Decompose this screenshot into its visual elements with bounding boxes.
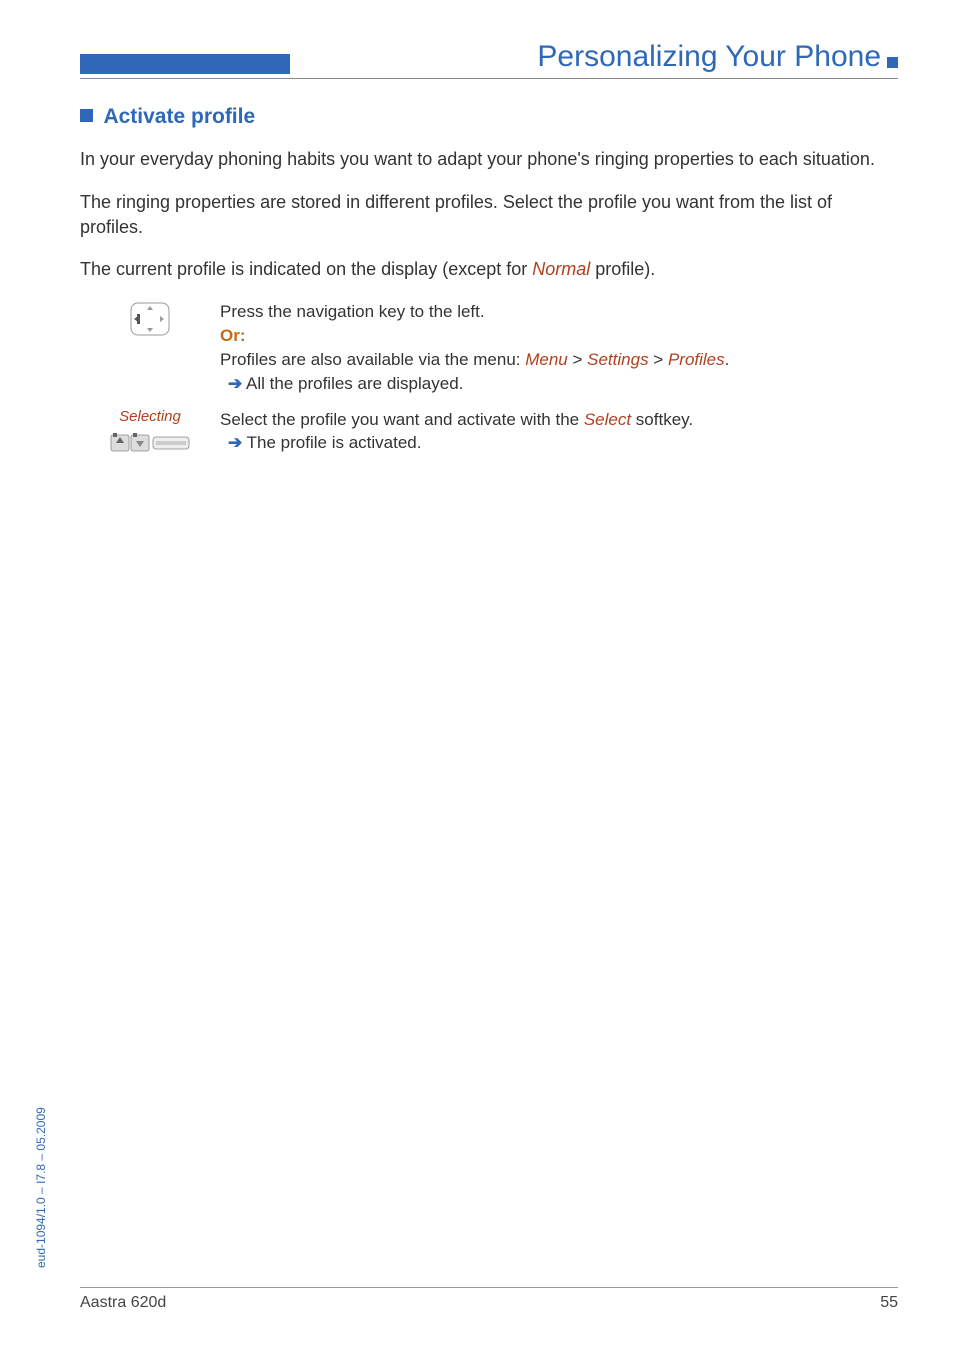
section-title: Activate profile xyxy=(103,105,255,128)
step2-line2: The profile is activated. xyxy=(242,433,421,452)
header-title: Personalizing Your Phone xyxy=(304,40,881,74)
step1-line2: Profiles are also available via the menu… xyxy=(220,348,898,372)
step2-result: ➔ The profile is activated. xyxy=(220,431,898,455)
step-row-navkey: Press the navigation key to the left. Or… xyxy=(80,300,898,395)
side-doc-id: eud-1094/1.0 – I7.8 – 05.2009 xyxy=(34,1107,48,1268)
step1-line1: Press the navigation key to the left. xyxy=(220,300,898,324)
section-heading: Activate profile xyxy=(80,105,898,129)
step2-line1a: Select the profile you want and activate… xyxy=(220,410,584,429)
arrow-icon: ➔ xyxy=(228,374,242,393)
menu-ref: Menu xyxy=(525,350,568,369)
p3-part-a: The current profile is indicated on the … xyxy=(80,259,532,279)
step1-dot: . xyxy=(725,350,730,369)
step-icon-cell xyxy=(80,300,220,395)
settings-ref: Settings xyxy=(587,350,648,369)
header-accent-bar xyxy=(80,54,290,74)
step-row-select: Selecting Select the profile you want an… xyxy=(80,408,898,457)
paragraph-intro-1: In your everyday phoning habits you want… xyxy=(80,147,898,172)
navigation-key-icon xyxy=(127,300,173,338)
p3-part-b: profile). xyxy=(590,259,655,279)
footer-model: Aastra 620d xyxy=(80,1294,166,1312)
footer-page-number: 55 xyxy=(880,1294,898,1312)
selecting-label: Selecting xyxy=(80,408,220,425)
profiles-ref: Profiles xyxy=(668,350,725,369)
step2-line1b: softkey. xyxy=(631,410,693,429)
step2-line1: Select the profile you want and activate… xyxy=(220,408,898,432)
step-text-cell-2: Select the profile you want and activate… xyxy=(220,408,898,457)
select-ref: Select xyxy=(584,410,631,429)
paragraph-intro-2: The ringing properties are stored in dif… xyxy=(80,190,898,240)
p3-normal-ref: Normal xyxy=(532,259,590,279)
sep1: > xyxy=(568,350,587,369)
section-bullet-icon xyxy=(80,109,93,122)
step-icon-cell-2: Selecting xyxy=(80,408,220,457)
paragraph-intro-3: The current profile is indicated on the … xyxy=(80,257,898,282)
step1-line2a: Profiles are also available via the menu… xyxy=(220,350,525,369)
step1-or: Or: xyxy=(220,324,898,348)
page-footer: Aastra 620d 55 xyxy=(80,1287,898,1312)
step-text-cell: Press the navigation key to the left. Or… xyxy=(220,300,898,395)
arrow-icon-2: ➔ xyxy=(228,433,242,452)
sep2: > xyxy=(649,350,668,369)
step1-result: ➔ All the profiles are displayed. xyxy=(220,372,898,396)
header-square-icon xyxy=(887,57,898,68)
softkey-select-icon xyxy=(109,429,191,453)
page-header: Personalizing Your Phone xyxy=(80,40,898,79)
step1-line3: All the profiles are displayed. xyxy=(242,374,463,393)
